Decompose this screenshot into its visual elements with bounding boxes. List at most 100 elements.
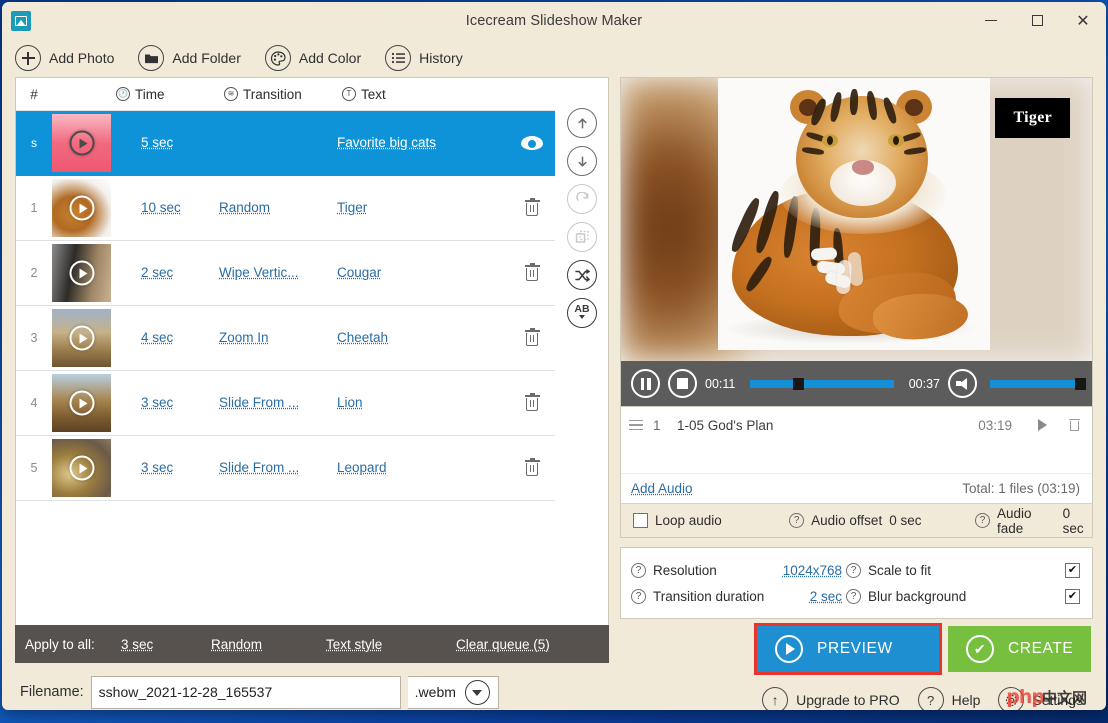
table-row[interactable]: 2 2 sec Wipe Vertic... Cougar bbox=[16, 241, 555, 306]
rotate-icon bbox=[575, 191, 588, 201]
help-icon[interactable]: ? bbox=[789, 513, 805, 528]
slide-transition-link[interactable]: Slide From ... bbox=[219, 460, 299, 475]
slide-text-link[interactable]: Cheetah bbox=[337, 330, 388, 345]
create-button[interactable]: CREATE bbox=[948, 626, 1091, 672]
preview-panel: Tiger 00:11 00:37 1 1-05 God's Plan 03:1… bbox=[609, 77, 1093, 710]
audio-meta-row: Add Audio Total: 1 files (03:19) bbox=[621, 473, 1092, 503]
row-action-cell bbox=[509, 327, 555, 347]
eye-icon[interactable] bbox=[521, 136, 543, 150]
clear-queue-link[interactable]: Clear queue (5) bbox=[456, 637, 550, 652]
slide-transition-link[interactable]: Wipe Vertic... bbox=[219, 265, 299, 280]
slide-duration-link[interactable]: 2 sec bbox=[141, 265, 173, 280]
upgrade-to-pro-button[interactable]: ↑ Upgrade to PRO bbox=[762, 687, 900, 710]
audio-offset-label: Audio offset bbox=[811, 513, 883, 528]
column-text: T Text bbox=[342, 87, 386, 102]
rotate-button[interactable] bbox=[567, 184, 597, 214]
settings-button[interactable]: Settings bbox=[998, 687, 1083, 710]
slide-text-link[interactable]: Cougar bbox=[337, 265, 381, 280]
resolution-label: Resolution bbox=[653, 562, 717, 578]
play-icon[interactable] bbox=[1038, 419, 1047, 431]
slide-transition-link[interactable]: Zoom In bbox=[219, 330, 269, 345]
color-palette-icon bbox=[264, 45, 291, 71]
trash-icon[interactable] bbox=[524, 457, 540, 477]
add-audio-link[interactable]: Add Audio bbox=[631, 481, 693, 496]
chevron-down-icon[interactable] bbox=[464, 679, 490, 705]
minimize-button[interactable] bbox=[968, 2, 1014, 39]
audio-offset-value[interactable]: 0 sec bbox=[889, 513, 921, 528]
mute-button[interactable] bbox=[948, 369, 977, 398]
drag-handle-icon[interactable] bbox=[629, 419, 643, 431]
slide-text-link[interactable]: Favorite big cats bbox=[337, 135, 436, 150]
maximize-button[interactable] bbox=[1014, 2, 1060, 39]
gear-icon bbox=[998, 687, 1025, 710]
duplicate-button[interactable] bbox=[567, 222, 597, 252]
slide-thumbnail[interactable] bbox=[52, 309, 111, 367]
move-down-button[interactable] bbox=[567, 146, 597, 176]
apply-transition-link[interactable]: Random bbox=[211, 637, 262, 652]
add-folder-button[interactable]: Add Folder bbox=[138, 45, 254, 71]
resolution-value[interactable]: 1024x768 bbox=[783, 563, 842, 578]
slide-thumbnail[interactable] bbox=[52, 439, 111, 497]
slide-transition-link[interactable]: Slide From ... bbox=[219, 395, 299, 410]
preview-image bbox=[718, 78, 990, 350]
slide-transition-link[interactable]: Random bbox=[219, 200, 270, 215]
seek-knob[interactable] bbox=[793, 377, 805, 390]
move-up-button[interactable] bbox=[567, 108, 597, 138]
arrow-up-icon: ↑ bbox=[762, 687, 789, 710]
table-row[interactable]: s 5 sec Favorite big cats bbox=[16, 111, 555, 176]
slide-thumbnail[interactable] bbox=[52, 179, 111, 237]
filename-input[interactable]: sshow_2021-12-28_165537 bbox=[90, 675, 401, 709]
sort-ab-button[interactable]: AB bbox=[567, 298, 597, 328]
volume-slider[interactable] bbox=[990, 377, 1086, 390]
shuffle-button[interactable] bbox=[567, 260, 597, 290]
help-icon[interactable]: ? bbox=[846, 562, 861, 578]
preview-stage[interactable]: Tiger bbox=[621, 78, 1092, 361]
blur-background-label: Blur background bbox=[868, 588, 967, 604]
scale-to-fit-checkbox[interactable] bbox=[1065, 562, 1080, 578]
slide-thumbnail[interactable] bbox=[52, 244, 111, 302]
create-button-label: CREATE bbox=[1008, 640, 1074, 657]
table-row[interactable]: 1 10 sec Random Tiger bbox=[16, 176, 555, 241]
help-button[interactable]: ? Help bbox=[917, 687, 980, 710]
apply-time-link[interactable]: 3 sec bbox=[121, 637, 153, 652]
slide-thumbnail[interactable] bbox=[52, 374, 111, 432]
volume-knob[interactable] bbox=[1074, 377, 1086, 390]
trash-icon[interactable] bbox=[1069, 418, 1080, 432]
apply-to-all-label: Apply to all: bbox=[25, 636, 95, 652]
help-icon[interactable]: ? bbox=[631, 562, 646, 578]
trash-icon[interactable] bbox=[524, 197, 540, 217]
loop-audio-checkbox[interactable] bbox=[633, 513, 648, 528]
slide-text-link[interactable]: Lion bbox=[337, 395, 363, 410]
table-row[interactable]: 5 3 sec Slide From ... Leopard bbox=[16, 436, 555, 501]
help-icon[interactable]: ? bbox=[975, 513, 991, 528]
pause-button[interactable] bbox=[631, 369, 660, 398]
audio-fade-value[interactable]: 0 sec bbox=[1063, 506, 1092, 536]
trash-icon[interactable] bbox=[524, 262, 540, 282]
slide-duration-link[interactable]: 3 sec bbox=[141, 395, 173, 410]
slide-thumbnail[interactable] bbox=[52, 114, 111, 172]
list-item[interactable]: 1 1-05 God's Plan 03:19 bbox=[621, 411, 1092, 439]
help-icon[interactable]: ? bbox=[631, 588, 646, 604]
preview-button[interactable]: PREVIEW bbox=[757, 626, 939, 672]
history-button[interactable]: History bbox=[385, 45, 477, 71]
trash-icon[interactable] bbox=[524, 327, 540, 347]
table-row[interactable]: 3 4 sec Zoom In Cheetah bbox=[16, 306, 555, 371]
add-color-button[interactable]: Add Color bbox=[264, 45, 375, 71]
slide-duration-link[interactable]: 3 sec bbox=[141, 460, 173, 475]
close-button[interactable]: ✕ bbox=[1060, 2, 1106, 39]
trash-icon[interactable] bbox=[524, 392, 540, 412]
seek-slider[interactable] bbox=[750, 377, 894, 390]
slide-duration-link[interactable]: 5 sec bbox=[141, 135, 173, 150]
help-icon[interactable]: ? bbox=[846, 588, 861, 604]
transition-duration-value[interactable]: 2 sec bbox=[810, 589, 842, 604]
slide-text-link[interactable]: Leopard bbox=[337, 460, 387, 475]
add-photo-button[interactable]: Add Photo bbox=[15, 45, 128, 71]
stop-button[interactable] bbox=[668, 369, 697, 398]
slide-duration-cell: 3 sec bbox=[111, 394, 219, 412]
blur-background-checkbox[interactable] bbox=[1065, 588, 1080, 604]
table-row[interactable]: 4 3 sec Slide From ... Lion bbox=[16, 371, 555, 436]
apply-text-style-link[interactable]: Text style bbox=[326, 637, 382, 652]
slide-duration-link[interactable]: 10 sec bbox=[141, 200, 181, 215]
slide-duration-link[interactable]: 4 sec bbox=[141, 330, 173, 345]
slide-text-link[interactable]: Tiger bbox=[337, 200, 367, 215]
